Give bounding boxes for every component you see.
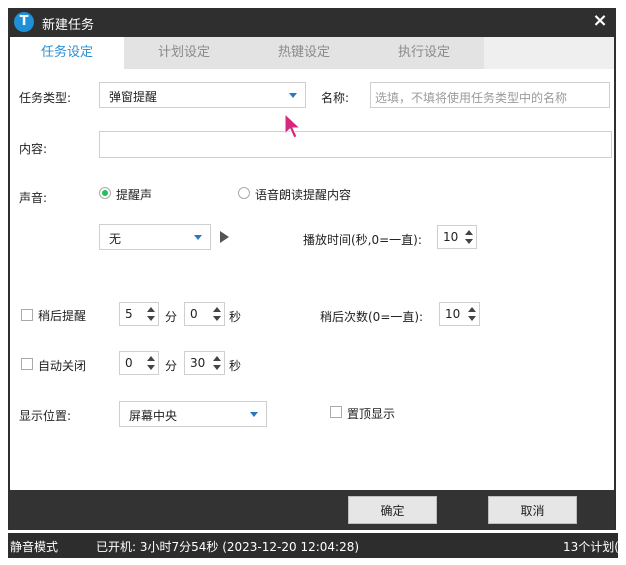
chevron-down-icon (289, 93, 297, 98)
arrow-up-icon[interactable] (213, 356, 221, 361)
dialog-footer: 确定 取消 (10, 490, 614, 530)
arrow-down-icon[interactable] (468, 316, 476, 321)
minute-unit: 分 (165, 359, 178, 373)
second-unit: 秒 (229, 359, 242, 373)
arrow-down-icon[interactable] (465, 239, 473, 244)
snooze-count-value: 10 (445, 307, 461, 321)
snooze-count-label: 稍后次数(0=一直): (320, 310, 424, 324)
radio-reminder-sound-label: 提醒声 (116, 188, 153, 202)
auto-close-checkbox[interactable] (21, 358, 33, 370)
snooze-count-stepper[interactable]: 10 (439, 302, 480, 326)
position-select[interactable]: 屏幕中央 (119, 401, 267, 427)
sound-label: 声音: (19, 191, 48, 205)
radio-reminder-sound[interactable] (99, 187, 111, 199)
radio-read-content-label: 语音朗读提醒内容 (255, 188, 352, 202)
sound-select[interactable]: 无 (99, 224, 211, 250)
snooze-label: 稍后提醒 (38, 309, 87, 323)
arrow-up-icon[interactable] (468, 307, 476, 312)
radio-read-content[interactable] (238, 187, 250, 199)
snooze-checkbox[interactable] (21, 309, 33, 321)
task-type-select[interactable]: 弹窗提醒 (99, 82, 306, 108)
mouse-cursor-icon (284, 113, 302, 139)
status-uptime: 已开机: 3小时7分54秒 (2023-12-20 12:04:28) (96, 540, 360, 554)
auto-close-label: 自动关闭 (38, 359, 87, 373)
name-label: 名称: (321, 91, 350, 105)
content-label: 内容: (19, 142, 48, 156)
content-input[interactable] (99, 131, 612, 158)
chevron-down-icon (250, 412, 258, 417)
task-type-label: 任务类型: (19, 91, 72, 105)
snooze-minutes-value: 5 (125, 307, 133, 321)
topmost-label: 置顶显示 (347, 407, 396, 421)
topmost-checkbox[interactable] (330, 406, 342, 418)
task-type-value: 弹窗提醒 (109, 90, 158, 104)
tab-bar: 任务设定 计划设定 热键设定 执行设定 (10, 37, 614, 69)
tab-plan-settings[interactable]: 计划设定 (124, 37, 244, 69)
snooze-minutes-stepper[interactable]: 5 (119, 302, 159, 326)
play-icon[interactable] (220, 231, 229, 243)
status-mode: 静音模式 (10, 540, 59, 554)
arrow-up-icon[interactable] (465, 230, 473, 235)
arrow-down-icon[interactable] (213, 365, 221, 370)
position-label: 显示位置: (19, 409, 72, 423)
name-input[interactable]: 选填，不填将使用任务类型中的名称 (370, 82, 610, 108)
title-bar: T 新建任务 × (8, 8, 616, 37)
sound-select-value: 无 (109, 232, 122, 246)
close-button[interactable]: × (590, 10, 610, 32)
tab-execution-settings[interactable]: 执行设定 (364, 37, 484, 69)
status-bar: 静音模式 已开机: 3小时7分54秒 (2023-12-20 12:04:28)… (8, 533, 619, 558)
arrow-up-icon[interactable] (147, 307, 155, 312)
second-unit: 秒 (229, 310, 242, 324)
tab-task-settings[interactable]: 任务设定 (10, 37, 124, 69)
play-duration-stepper[interactable]: 10 (437, 225, 477, 249)
chevron-down-icon (194, 235, 202, 240)
arrow-down-icon[interactable] (147, 365, 155, 370)
ok-button[interactable]: 确定 (348, 496, 437, 524)
auto-close-minutes-stepper[interactable]: 0 (119, 351, 159, 375)
tab-hotkey-settings[interactable]: 热键设定 (244, 37, 364, 69)
arrow-up-icon[interactable] (213, 307, 221, 312)
app-logo-icon: T (14, 12, 34, 32)
window-title: 新建任务 (42, 18, 95, 33)
snooze-seconds-stepper[interactable]: 0 (184, 302, 225, 326)
play-duration-label: 播放时间(秒,0=一直): (303, 233, 422, 247)
cancel-button[interactable]: 取消 (488, 496, 577, 524)
auto-close-seconds-stepper[interactable]: 30 (184, 351, 225, 375)
status-plan-count: 13个计划( (563, 540, 619, 554)
arrow-down-icon[interactable] (213, 316, 221, 321)
auto-close-seconds-value: 30 (190, 356, 206, 370)
position-value: 屏幕中央 (129, 409, 178, 423)
auto-close-minutes-value: 0 (125, 356, 133, 370)
snooze-seconds-value: 0 (190, 307, 198, 321)
name-placeholder: 选填，不填将使用任务类型中的名称 (375, 91, 568, 105)
minute-unit: 分 (165, 310, 178, 324)
arrow-down-icon[interactable] (147, 316, 155, 321)
task-settings-panel: 任务类型: 弹窗提醒 名称: 选填，不填将使用任务类型中的名称 内容: 声音: … (10, 69, 614, 490)
play-duration-value: 10 (443, 230, 459, 244)
arrow-up-icon[interactable] (147, 356, 155, 361)
